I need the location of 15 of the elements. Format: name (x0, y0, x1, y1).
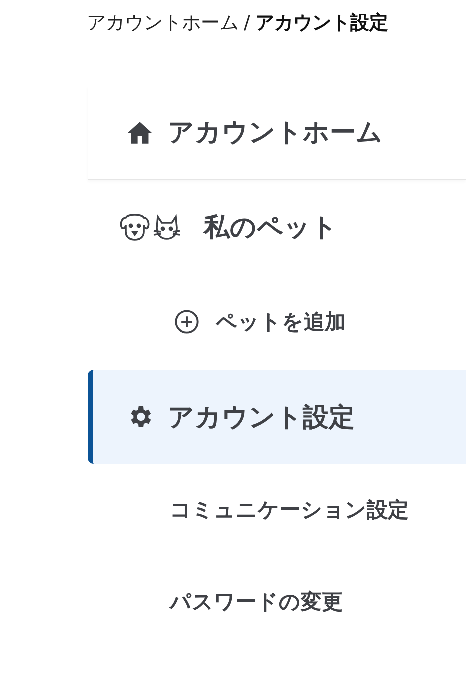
breadcrumb-current: アカウント設定 (255, 11, 388, 36)
nav-label: ペットを追加 (216, 309, 346, 336)
nav-subitem[interactable]: パスワードの変更 (88, 556, 466, 648)
nav-subitem[interactable]: コミュニケーション設定 (88, 464, 466, 556)
nav-item[interactable]: アカウントホーム (88, 86, 466, 180)
nav-label: 私のペット (204, 212, 338, 244)
plus-circle-icon (174, 309, 200, 335)
nav-item[interactable]: 私のペット (88, 180, 466, 274)
breadcrumb-link[interactable]: アカウントホーム (87, 10, 239, 36)
add-pet-link[interactable]: ペットを追加 (88, 274, 466, 370)
nav-item[interactable]: アカウント設定 (88, 370, 466, 464)
nav-label: アカウント設定 (168, 402, 355, 434)
nav-label: アカウントホーム (168, 117, 383, 150)
breadcrumb-separator: / (244, 12, 250, 34)
home-icon (126, 120, 154, 144)
